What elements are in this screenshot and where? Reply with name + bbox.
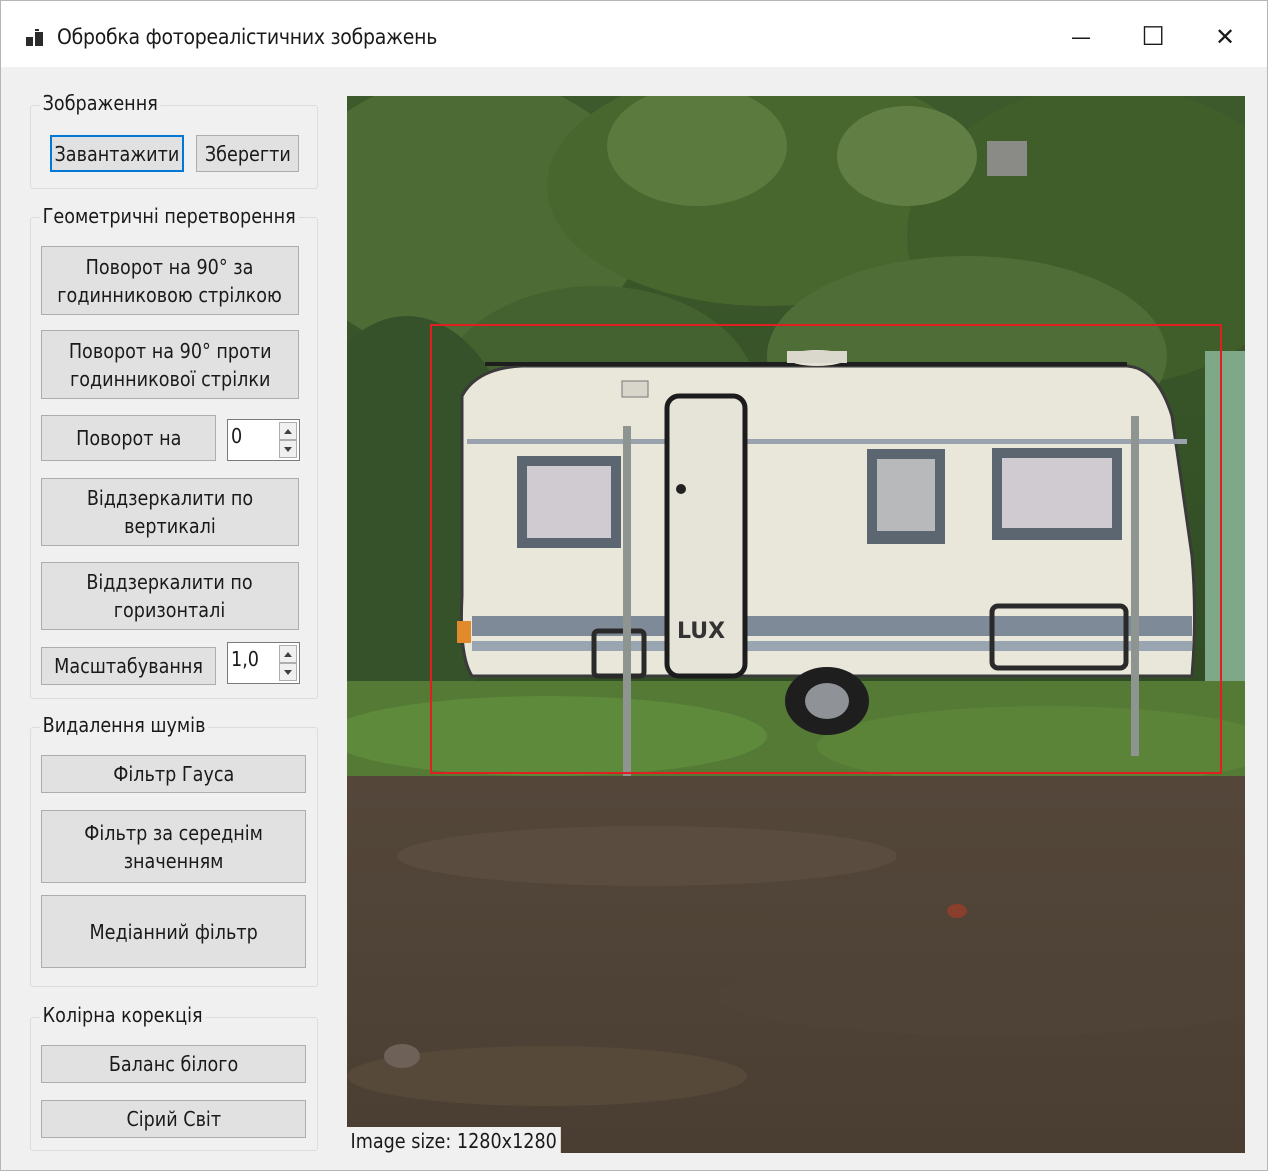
rotate-by-button[interactable]: Поворот на <box>41 415 216 461</box>
gauss-filter-button[interactable]: Фільтр Гауса <box>41 755 306 793</box>
image-group-label: Зображення <box>40 91 161 115</box>
noise-group-label: Видалення шумів <box>40 713 209 737</box>
chevron-up-icon <box>284 428 292 434</box>
window-title: Обробка фотореалістичних зображень <box>57 25 438 49</box>
image-viewer[interactable]: LUX <box>347 96 1245 1153</box>
minimize-icon: — <box>1071 25 1091 49</box>
rotate-cw-button[interactable]: Поворот на 90° за годинниковою стрілкою <box>41 246 299 315</box>
color-group-label: Колірна корекція <box>40 1003 206 1027</box>
scale-down-button[interactable] <box>279 663 297 681</box>
chevron-down-icon <box>284 446 292 452</box>
median-filter-label: Медіанний фільтр <box>89 919 258 944</box>
caravan-brand-text: LUX <box>677 619 725 644</box>
client-area: Зображення Завантажити Зберегти Геометри… <box>1 67 1267 1170</box>
rotate-cw-label: Поворот на 90° за годинниковою стрілкою <box>57 254 283 307</box>
scale-stepper[interactable]: 1,0 <box>227 642 300 684</box>
gauss-filter-label: Фільтр Гауса <box>112 762 235 786</box>
chevron-down-icon <box>284 669 292 675</box>
mirror-vertical-button[interactable]: Віддзеркалити по вертикалі <box>41 478 299 546</box>
gray-world-label: Сірий Світ <box>126 1107 221 1131</box>
rotate-by-label: Поворот на <box>75 426 182 450</box>
gray-world-button[interactable]: Сірий Світ <box>41 1100 306 1138</box>
mean-filter-label: Фільтр за середнім значенням <box>84 820 263 873</box>
white-balance-label: Баланс білого <box>108 1052 239 1076</box>
geometry-group-label: Геометричні перетворення <box>40 204 299 228</box>
mirror-horizontal-label: Віддзеркалити по горизонталі <box>86 570 254 622</box>
app-icon <box>26 29 46 49</box>
save-button-label: Зберегти <box>204 141 291 166</box>
rotate-angle-stepper[interactable]: 0 <box>227 419 300 461</box>
rotate-angle-value: 0 <box>231 424 243 448</box>
save-button[interactable]: Зберегти <box>196 135 299 172</box>
maximize-icon: ☐ <box>1141 22 1165 52</box>
rotate-angle-down-button[interactable] <box>279 440 297 458</box>
title-bar[interactable]: Обробка фотореалістичних зображень — ☐ ✕ <box>1 1 1267 67</box>
scale-value: 1,0 <box>231 647 259 671</box>
close-icon: ✕ <box>1214 23 1236 51</box>
white-balance-button[interactable]: Баланс білого <box>41 1045 306 1083</box>
mirror-horizontal-button[interactable]: Віддзеркалити по горизонталі <box>41 562 299 630</box>
image-size-label: Image size: 1280x1280 <box>347 1127 561 1155</box>
app-window: Обробка фотореалістичних зображень — ☐ ✕… <box>0 0 1268 1171</box>
mirror-vertical-label: Віддзеркалити по вертикалі <box>86 486 254 538</box>
rotate-ccw-label: Поворот на 90° проти годинникової стрілк… <box>68 338 272 391</box>
scale-up-button[interactable] <box>279 645 297 663</box>
rotate-angle-up-button[interactable] <box>279 422 297 440</box>
scale-label: Масштабування <box>54 654 203 678</box>
photo: LUX <box>347 96 1245 1153</box>
minimize-button[interactable]: — <box>1051 15 1111 59</box>
scale-button[interactable]: Масштабування <box>41 647 216 685</box>
load-button[interactable]: Завантажити <box>50 135 184 172</box>
close-button[interactable]: ✕ <box>1195 15 1255 59</box>
maximize-button[interactable]: ☐ <box>1123 15 1183 59</box>
rotate-ccw-button[interactable]: Поворот на 90° проти годинникової стрілк… <box>41 330 299 399</box>
mean-filter-button[interactable]: Фільтр за середнім значенням <box>41 810 306 883</box>
chevron-up-icon <box>284 651 292 657</box>
median-filter-button[interactable]: Медіанний фільтр <box>41 895 306 968</box>
load-button-label: Завантажити <box>54 141 180 166</box>
